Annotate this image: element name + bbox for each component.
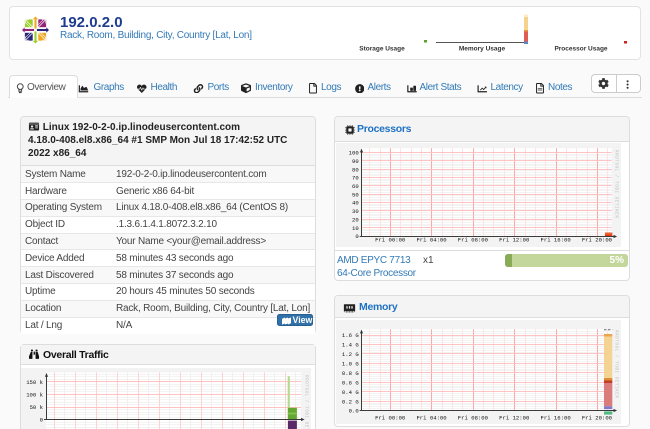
svg-text:Storage Usage: Storage Usage (359, 46, 405, 53)
svg-text:0.8 G: 0.8 G (342, 370, 359, 377)
svg-text:Fri 04:00: Fri 04:00 (416, 415, 447, 422)
svg-text:0.0: 0.0 (349, 408, 360, 415)
svg-text:1.2 G: 1.2 G (342, 351, 359, 358)
svg-text:1.6 G: 1.6 G (342, 332, 359, 339)
svg-text:RRDTOOL / TOBI OETIKER: RRDTOOL / TOBI OETIKER (614, 330, 619, 398)
svg-text:RRDTOOL / TOBI OETIKER: RRDTOOL / TOBI OETIKER (304, 375, 309, 429)
svg-text:0.4 G: 0.4 G (342, 389, 359, 396)
svg-text:Memory Usage: Memory Usage (459, 46, 506, 53)
svg-text:70: 70 (352, 175, 359, 182)
svg-text:Processor Usage: Processor Usage (554, 46, 607, 53)
svg-text:Fri 00:00: Fri 00:00 (375, 415, 406, 422)
svg-text:Fri 20:00: Fri 20:00 (582, 415, 613, 422)
svg-text:Fri 08:00: Fri 08:00 (458, 237, 489, 244)
svg-text:150 k: 150 k (26, 379, 43, 386)
svg-text:1.0 G: 1.0 G (342, 361, 359, 368)
svg-text:Fri 16:00: Fri 16:00 (540, 237, 571, 244)
svg-text:20: 20 (352, 216, 359, 223)
svg-text:90: 90 (352, 158, 359, 165)
svg-text:100: 100 (349, 150, 360, 157)
svg-text:80: 80 (352, 166, 359, 173)
svg-text:Fri 00:00: Fri 00:00 (375, 237, 406, 244)
svg-text:Fri 20:00: Fri 20:00 (582, 237, 613, 244)
svg-text:0.2 G: 0.2 G (342, 398, 359, 405)
svg-text:30: 30 (352, 208, 359, 215)
svg-text:Fri 12:00: Fri 12:00 (499, 237, 530, 244)
svg-text:RRDTOOL / TOBI OETIKER: RRDTOOL / TOBI OETIKER (614, 150, 619, 218)
svg-text:Fri 08:00: Fri 08:00 (458, 415, 489, 422)
svg-text:50 k: 50 k (30, 404, 44, 411)
svg-text:100 k: 100 k (26, 392, 43, 399)
svg-text:Fri 12:00: Fri 12:00 (499, 415, 530, 422)
svg-text:60: 60 (352, 183, 359, 190)
svg-text:10: 10 (352, 225, 359, 232)
svg-text:1.4 G: 1.4 G (342, 342, 359, 349)
svg-text:50: 50 (352, 191, 359, 198)
svg-text:0.6 G: 0.6 G (342, 379, 359, 386)
svg-text:Fri 04:00: Fri 04:00 (416, 237, 447, 244)
svg-text:40: 40 (352, 200, 359, 207)
svg-text:Fri 16:00: Fri 16:00 (540, 415, 571, 422)
